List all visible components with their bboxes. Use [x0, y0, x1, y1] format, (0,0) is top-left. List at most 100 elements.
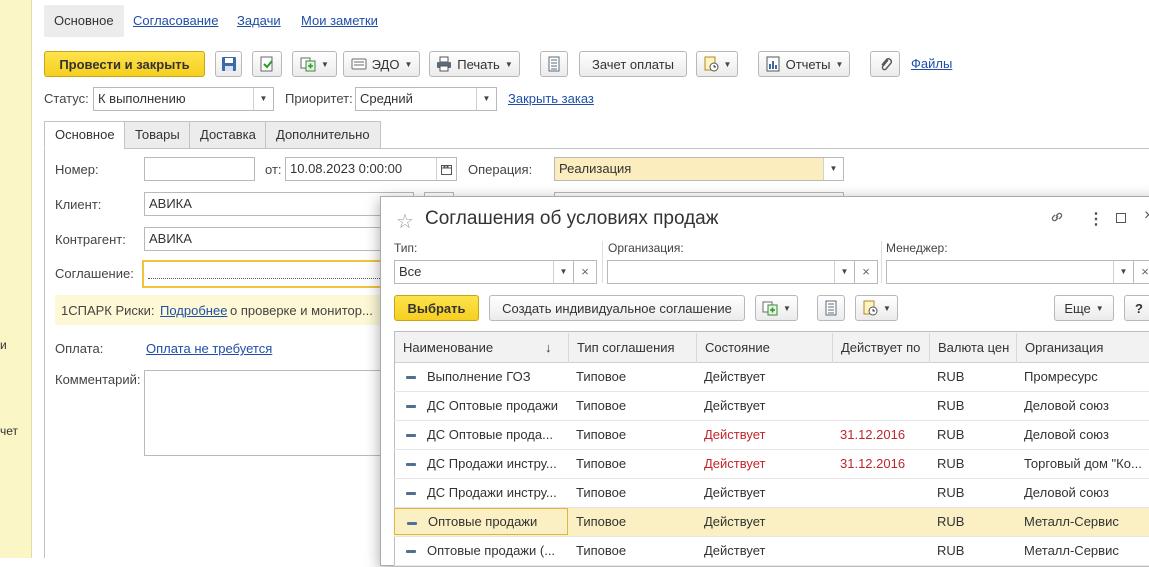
spark-details-link[interactable]: Подробнее	[160, 303, 227, 318]
priority-select[interactable]: Средний ▼	[355, 87, 497, 111]
type-filter-select[interactable]: Все ▼	[394, 260, 574, 284]
post-button[interactable]	[252, 51, 282, 77]
reports-button[interactable]: Отчеты ▼	[758, 51, 850, 77]
nav-tab-tasks[interactable]: Задачи	[227, 5, 291, 37]
chevron-down-icon[interactable]: ▼	[1113, 261, 1133, 283]
tab-goods[interactable]: Товары	[124, 121, 191, 149]
chevron-down-icon[interactable]: ▼	[834, 261, 854, 283]
journal-list-icon	[823, 300, 839, 316]
column-header-valid-until[interactable]: Действует по	[833, 333, 930, 363]
close-order-link[interactable]: Закрыть заказ	[508, 91, 594, 106]
filter-separator	[602, 241, 603, 283]
link-icon[interactable]	[1049, 209, 1065, 228]
comment-textarea[interactable]	[144, 370, 414, 456]
cell-organization-container: Деловой союз	[1016, 392, 1149, 420]
column-header-organization[interactable]: Организация	[1017, 333, 1149, 363]
cell-state-container: Действует	[696, 392, 832, 420]
table-row[interactable]: ДС Продажи инстру... Типовое Действует RUB Д…	[394, 479, 1149, 508]
cell-currency-container: RUB	[929, 479, 1016, 507]
nav-tab-main[interactable]: Основное	[44, 5, 124, 37]
table-row[interactable]: ДС Продажи инстру... Типовое Действует 31.1…	[394, 450, 1149, 479]
reports-label: Отчеты	[785, 56, 831, 72]
table-row[interactable]: Оптовые продажи Типовое Действует RUB Металл…	[394, 508, 1149, 537]
clear-icon[interactable]: ×	[573, 260, 597, 284]
close-icon[interactable]: ×	[1144, 207, 1149, 225]
create-based-on-button[interactable]: ▼	[755, 295, 798, 321]
counterparty-field[interactable]: АВИКА	[144, 227, 414, 251]
chevron-down-icon: ▼	[1095, 303, 1104, 313]
cell-name-container: ДС Продажи инстру...	[394, 450, 568, 478]
create-based-on-icon	[300, 56, 316, 72]
cell-type: Типовое	[576, 398, 627, 413]
chevron-down-icon[interactable]: ▼	[253, 88, 273, 110]
spark-prefix: 1СПАРК Риски:	[61, 303, 155, 318]
nav-tab-notes[interactable]: Мои заметки	[291, 5, 388, 37]
journal-button[interactable]	[540, 51, 568, 77]
cell-organization: Металл-Сервис	[1024, 514, 1119, 529]
agreement-label: Соглашение:	[55, 266, 134, 281]
chevron-down-icon: ▼	[404, 59, 413, 69]
cell-currency-container: RUB	[929, 450, 1016, 478]
table-row[interactable]: ДС Оптовые продажи Типовое Действует RUB Дел…	[394, 392, 1149, 421]
cell-state: Действует	[704, 485, 766, 500]
edo-icon	[351, 56, 367, 72]
tab-main[interactable]: Основное	[44, 121, 126, 149]
cell-currency: RUB	[937, 485, 965, 500]
journal-button[interactable]	[817, 295, 845, 321]
nav-tab-approval[interactable]: Согласование	[123, 5, 228, 37]
column-header-type[interactable]: Тип соглашения	[569, 333, 697, 363]
table-row[interactable]: Выполнение ГОЗ Типовое Действует RUB Промрес…	[394, 363, 1149, 392]
chevron-down-icon[interactable]: ▼	[476, 88, 496, 110]
cell-name-container: ДС Продажи инстру...	[394, 479, 568, 507]
column-header-name[interactable]: Наименование ↓	[395, 333, 569, 363]
chevron-down-icon[interactable]: ▼	[823, 158, 843, 180]
cell-name: ДС Оптовые продажи	[427, 398, 559, 413]
chevron-down-icon[interactable]: ▼	[553, 261, 573, 283]
column-header-state[interactable]: Состояние	[697, 333, 833, 363]
help-button[interactable]: ?	[1124, 295, 1149, 321]
cell-type: Типовое	[576, 514, 627, 529]
column-header-currency[interactable]: Валюта цен	[930, 333, 1017, 363]
number-field[interactable]	[144, 157, 255, 181]
save-button[interactable]	[215, 51, 242, 77]
clear-icon[interactable]: ×	[854, 260, 878, 284]
clear-icon[interactable]: ×	[1133, 260, 1149, 284]
manager-filter-select[interactable]: ▼	[886, 260, 1134, 284]
more-button[interactable]: Еще ▼	[1054, 295, 1114, 321]
edo-button[interactable]: ЭДО ▼	[343, 51, 420, 77]
tab-delivery[interactable]: Доставка	[189, 121, 267, 149]
cell-state: Действует	[704, 398, 766, 413]
payment-offset-button[interactable]: Зачет оплаты	[579, 51, 687, 77]
create-based-on-button[interactable]: ▼	[292, 51, 337, 77]
tab-additional[interactable]: Дополнительно	[265, 121, 381, 149]
date-field[interactable]: 10.08.2023 0:00:00	[285, 157, 457, 181]
star-icon[interactable]: ☆	[396, 209, 414, 234]
status-select[interactable]: К выполнению ▼	[93, 87, 274, 111]
org-filter-select[interactable]: ▼	[607, 260, 855, 284]
cell-type-container: Типовое	[568, 479, 696, 507]
chevron-down-icon: ▼	[504, 59, 513, 69]
operation-label: Операция:	[468, 162, 533, 177]
select-button[interactable]: Выбрать	[394, 295, 479, 321]
post-and-close-button[interactable]: Провести и закрыть	[44, 51, 205, 77]
create-individual-agreement-button[interactable]: Создать индивидуальное соглашение	[489, 295, 745, 321]
cell-currency: RUB	[937, 427, 965, 442]
more-vertical-icon[interactable]: ⋮	[1088, 209, 1104, 229]
calendar-icon[interactable]	[436, 158, 456, 180]
agreement-row-icon	[406, 376, 416, 379]
related-documents-button[interactable]: ▼	[855, 295, 898, 321]
payment-link[interactable]: Оплата не требуется	[146, 341, 272, 356]
table-row[interactable]: Оптовые продажи (... Типовое Действует RUB М…	[394, 537, 1149, 566]
client-field[interactable]: АВИКА	[144, 192, 414, 216]
files-link[interactable]: Файлы	[911, 56, 952, 71]
attach-file-button[interactable]	[870, 51, 900, 77]
print-button[interactable]: Печать ▼	[429, 51, 520, 77]
table-row[interactable]: ДС Оптовые прода... Типовое Действует 31.12…	[394, 421, 1149, 450]
cell-type-container: Типовое	[568, 392, 696, 420]
related-documents-button[interactable]: ▼	[696, 51, 738, 77]
cell-type-container: Типовое	[568, 450, 696, 478]
agreement-field[interactable]	[142, 260, 414, 288]
cell-organization-container: Металл-Сервис	[1016, 537, 1149, 565]
maximize-icon[interactable]	[1116, 213, 1126, 223]
operation-select[interactable]: Реализация ▼	[554, 157, 844, 181]
